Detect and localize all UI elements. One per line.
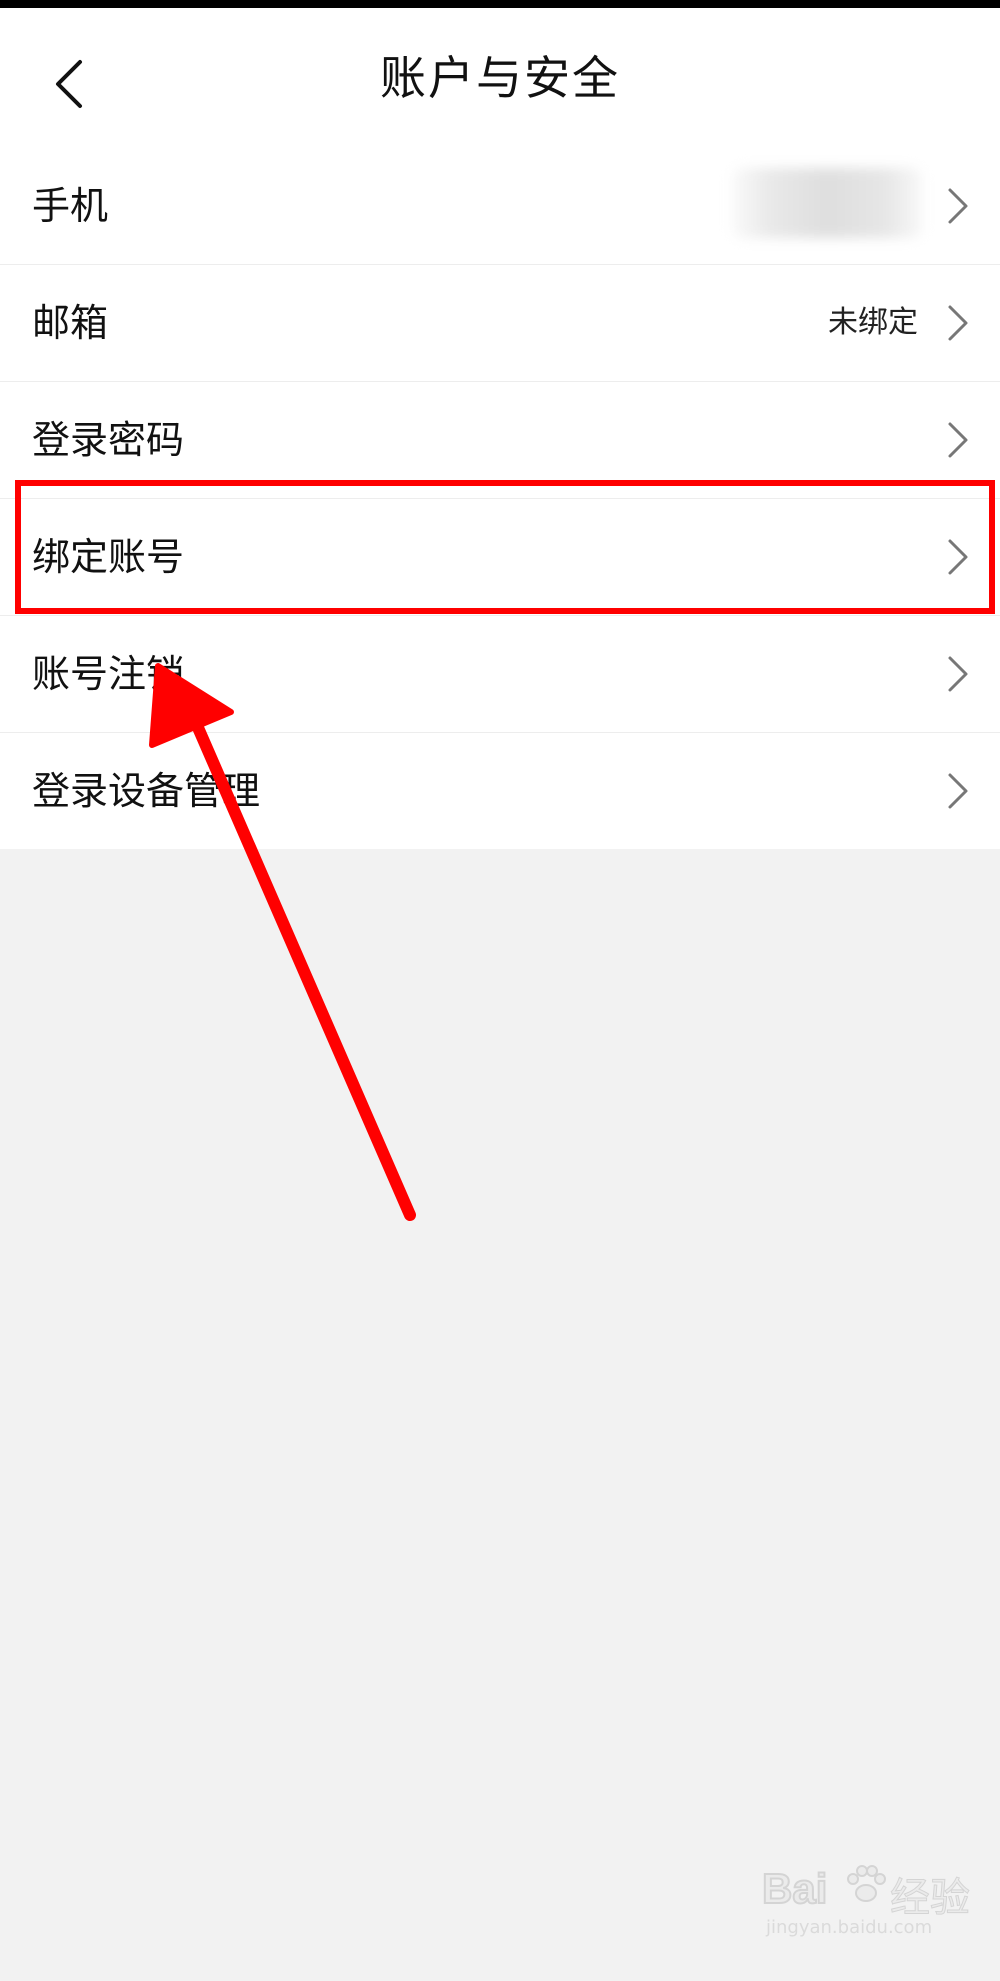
chevron-right-icon: [948, 773, 968, 809]
status-bar-edge: [0, 0, 1000, 8]
settings-list: 手机 邮箱 未绑定 登录密码 绑定账号 账号注销 登录设备管理: [0, 148, 1000, 849]
watermark-url: jingyan.baidu.com: [766, 1917, 933, 1938]
settings-item-label: 手机: [32, 184, 109, 228]
chevron-right-icon: [948, 422, 968, 458]
chevron-right-icon: [948, 539, 968, 575]
settings-item-phone[interactable]: 手机: [0, 148, 1000, 265]
settings-item-login-password[interactable]: 登录密码: [0, 382, 1000, 499]
settings-item-value: 未绑定: [828, 305, 918, 340]
settings-item-label: 登录密码: [32, 418, 185, 462]
watermark: Bai 经验 jingyan.baidu.com: [761, 1864, 972, 1945]
chevron-right-icon: [948, 188, 968, 224]
chevron-left-icon: [56, 60, 82, 108]
settings-item-label: 登录设备管理: [32, 769, 261, 813]
settings-item-label: 账号注销: [32, 652, 185, 696]
settings-item-label: 绑定账号: [32, 535, 185, 579]
settings-item-linked-accounts[interactable]: 绑定账号: [0, 499, 1000, 616]
settings-item-label: 邮箱: [32, 301, 109, 345]
settings-item-account-deletion[interactable]: 账号注销: [0, 616, 1000, 733]
back-button[interactable]: [40, 44, 96, 124]
blurred-phone-value: [732, 168, 922, 238]
paw-icon: [847, 1865, 886, 1902]
chevron-right-icon: [948, 305, 968, 341]
navigation-bar: 账户与安全: [0, 8, 1000, 148]
settings-item-email[interactable]: 邮箱 未绑定: [0, 265, 1000, 382]
chevron-right-icon: [948, 656, 968, 692]
settings-item-device-management[interactable]: 登录设备管理: [0, 733, 1000, 849]
watermark-brand: Bai: [761, 1864, 828, 1913]
watermark-brand-cn: 经验: [890, 1875, 971, 1922]
page-title: 账户与安全: [380, 51, 620, 105]
